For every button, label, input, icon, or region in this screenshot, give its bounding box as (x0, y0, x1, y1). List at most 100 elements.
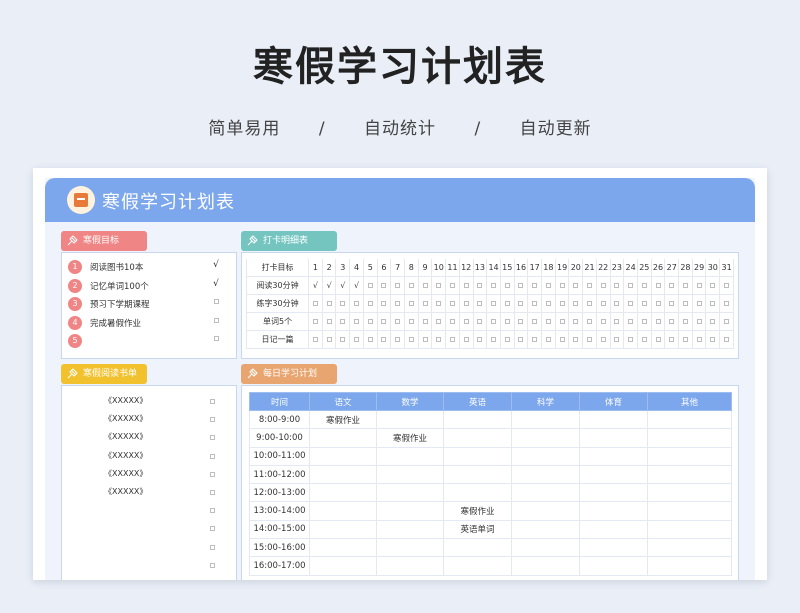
schedule-cell[interactable] (309, 428, 377, 448)
schedule-cell[interactable]: 寒假作业 (443, 501, 512, 521)
day-checkbox[interactable] (705, 312, 721, 331)
schedule-cell[interactable] (309, 556, 377, 576)
schedule-cell[interactable] (376, 519, 444, 540)
schedule-cell[interactable] (647, 446, 732, 466)
day-checkbox[interactable] (623, 294, 638, 313)
schedule-cell[interactable] (579, 409, 648, 430)
schedule-cell[interactable] (443, 483, 512, 503)
schedule-cell[interactable] (579, 556, 648, 576)
book-checkbox[interactable] (210, 506, 215, 515)
day-checkbox[interactable] (568, 330, 584, 349)
day-checkbox-checked[interactable]: √ (308, 276, 323, 295)
day-checkbox[interactable] (472, 330, 488, 349)
day-checkbox[interactable] (664, 330, 680, 349)
day-checkbox[interactable] (719, 330, 734, 349)
day-checkbox[interactable] (349, 312, 364, 331)
schedule-cell[interactable] (376, 483, 444, 503)
day-checkbox[interactable] (650, 312, 666, 331)
goal-checkbox[interactable] (210, 334, 222, 344)
day-checkbox[interactable] (445, 294, 460, 313)
day-checkbox[interactable] (636, 330, 652, 349)
day-checkbox[interactable] (691, 276, 707, 295)
day-checkbox-checked[interactable]: √ (349, 276, 364, 295)
day-checkbox[interactable] (568, 276, 584, 295)
book-checkbox[interactable] (210, 397, 215, 406)
day-checkbox[interactable] (554, 294, 570, 313)
book-checkbox[interactable] (210, 488, 215, 497)
schedule-cell[interactable] (511, 428, 580, 448)
day-checkbox[interactable] (390, 294, 405, 313)
schedule-cell[interactable] (309, 464, 377, 485)
day-checkbox[interactable] (472, 294, 488, 313)
day-checkbox-checked[interactable]: √ (335, 276, 351, 295)
day-checkbox[interactable] (362, 294, 378, 313)
day-checkbox[interactable] (609, 330, 625, 349)
schedule-cell[interactable] (309, 483, 377, 503)
day-checkbox[interactable] (417, 294, 433, 313)
day-checkbox[interactable] (431, 294, 447, 313)
day-checkbox[interactable] (486, 294, 501, 313)
day-checkbox[interactable] (499, 276, 515, 295)
day-checkbox[interactable] (390, 312, 405, 331)
day-checkbox[interactable] (431, 330, 447, 349)
schedule-cell[interactable] (443, 538, 512, 558)
day-checkbox[interactable] (595, 330, 611, 349)
schedule-cell[interactable] (376, 501, 444, 521)
day-checkbox[interactable] (417, 276, 433, 295)
day-checkbox[interactable] (541, 276, 556, 295)
schedule-cell[interactable] (309, 538, 377, 558)
day-checkbox[interactable] (527, 330, 543, 349)
day-checkbox[interactable] (554, 276, 570, 295)
schedule-cell[interactable] (511, 501, 580, 521)
schedule-cell[interactable] (309, 501, 377, 521)
day-checkbox[interactable] (486, 330, 501, 349)
day-checkbox[interactable] (623, 330, 638, 349)
schedule-cell[interactable] (579, 538, 648, 558)
schedule-cell[interactable] (579, 483, 648, 503)
goal-checkbox[interactable] (210, 316, 222, 326)
day-checkbox[interactable] (678, 276, 693, 295)
day-checkbox[interactable] (499, 330, 515, 349)
day-checkbox[interactable] (445, 276, 460, 295)
day-checkbox[interactable] (349, 294, 364, 313)
day-checkbox[interactable] (445, 312, 460, 331)
day-checkbox[interactable] (376, 276, 392, 295)
day-checkbox[interactable] (527, 276, 543, 295)
day-checkbox[interactable] (417, 330, 433, 349)
day-checkbox[interactable] (678, 330, 693, 349)
schedule-cell[interactable] (443, 409, 512, 430)
book-checkbox[interactable] (210, 452, 215, 461)
schedule-cell[interactable] (511, 446, 580, 466)
day-checkbox[interactable] (568, 312, 584, 331)
day-checkbox[interactable] (541, 294, 556, 313)
day-checkbox[interactable] (404, 294, 419, 313)
day-checkbox[interactable] (554, 312, 570, 331)
day-checkbox[interactable] (513, 330, 529, 349)
schedule-cell[interactable] (579, 446, 648, 466)
book-checkbox[interactable] (210, 561, 215, 570)
schedule-cell[interactable] (309, 519, 377, 540)
day-checkbox[interactable] (554, 330, 570, 349)
day-checkbox[interactable] (308, 312, 323, 331)
day-checkbox[interactable] (376, 294, 392, 313)
day-checkbox[interactable] (582, 330, 597, 349)
schedule-cell[interactable] (647, 519, 732, 540)
schedule-cell[interactable] (443, 556, 512, 576)
day-checkbox[interactable] (321, 312, 337, 331)
day-checkbox[interactable] (650, 330, 666, 349)
day-checkbox[interactable] (404, 330, 419, 349)
day-checkbox[interactable] (513, 312, 529, 331)
day-checkbox[interactable] (499, 312, 515, 331)
day-checkbox[interactable] (445, 330, 460, 349)
day-checkbox[interactable] (458, 294, 474, 313)
day-checkbox[interactable] (582, 312, 597, 331)
day-checkbox[interactable] (527, 312, 543, 331)
day-checkbox[interactable] (595, 312, 611, 331)
day-checkbox[interactable] (664, 294, 680, 313)
day-checkbox[interactable] (541, 330, 556, 349)
schedule-cell[interactable]: 寒假作业 (309, 409, 377, 430)
goal-checkbox[interactable] (210, 297, 222, 307)
day-checkbox[interactable] (609, 294, 625, 313)
day-checkbox[interactable] (404, 276, 419, 295)
day-checkbox[interactable] (623, 312, 638, 331)
